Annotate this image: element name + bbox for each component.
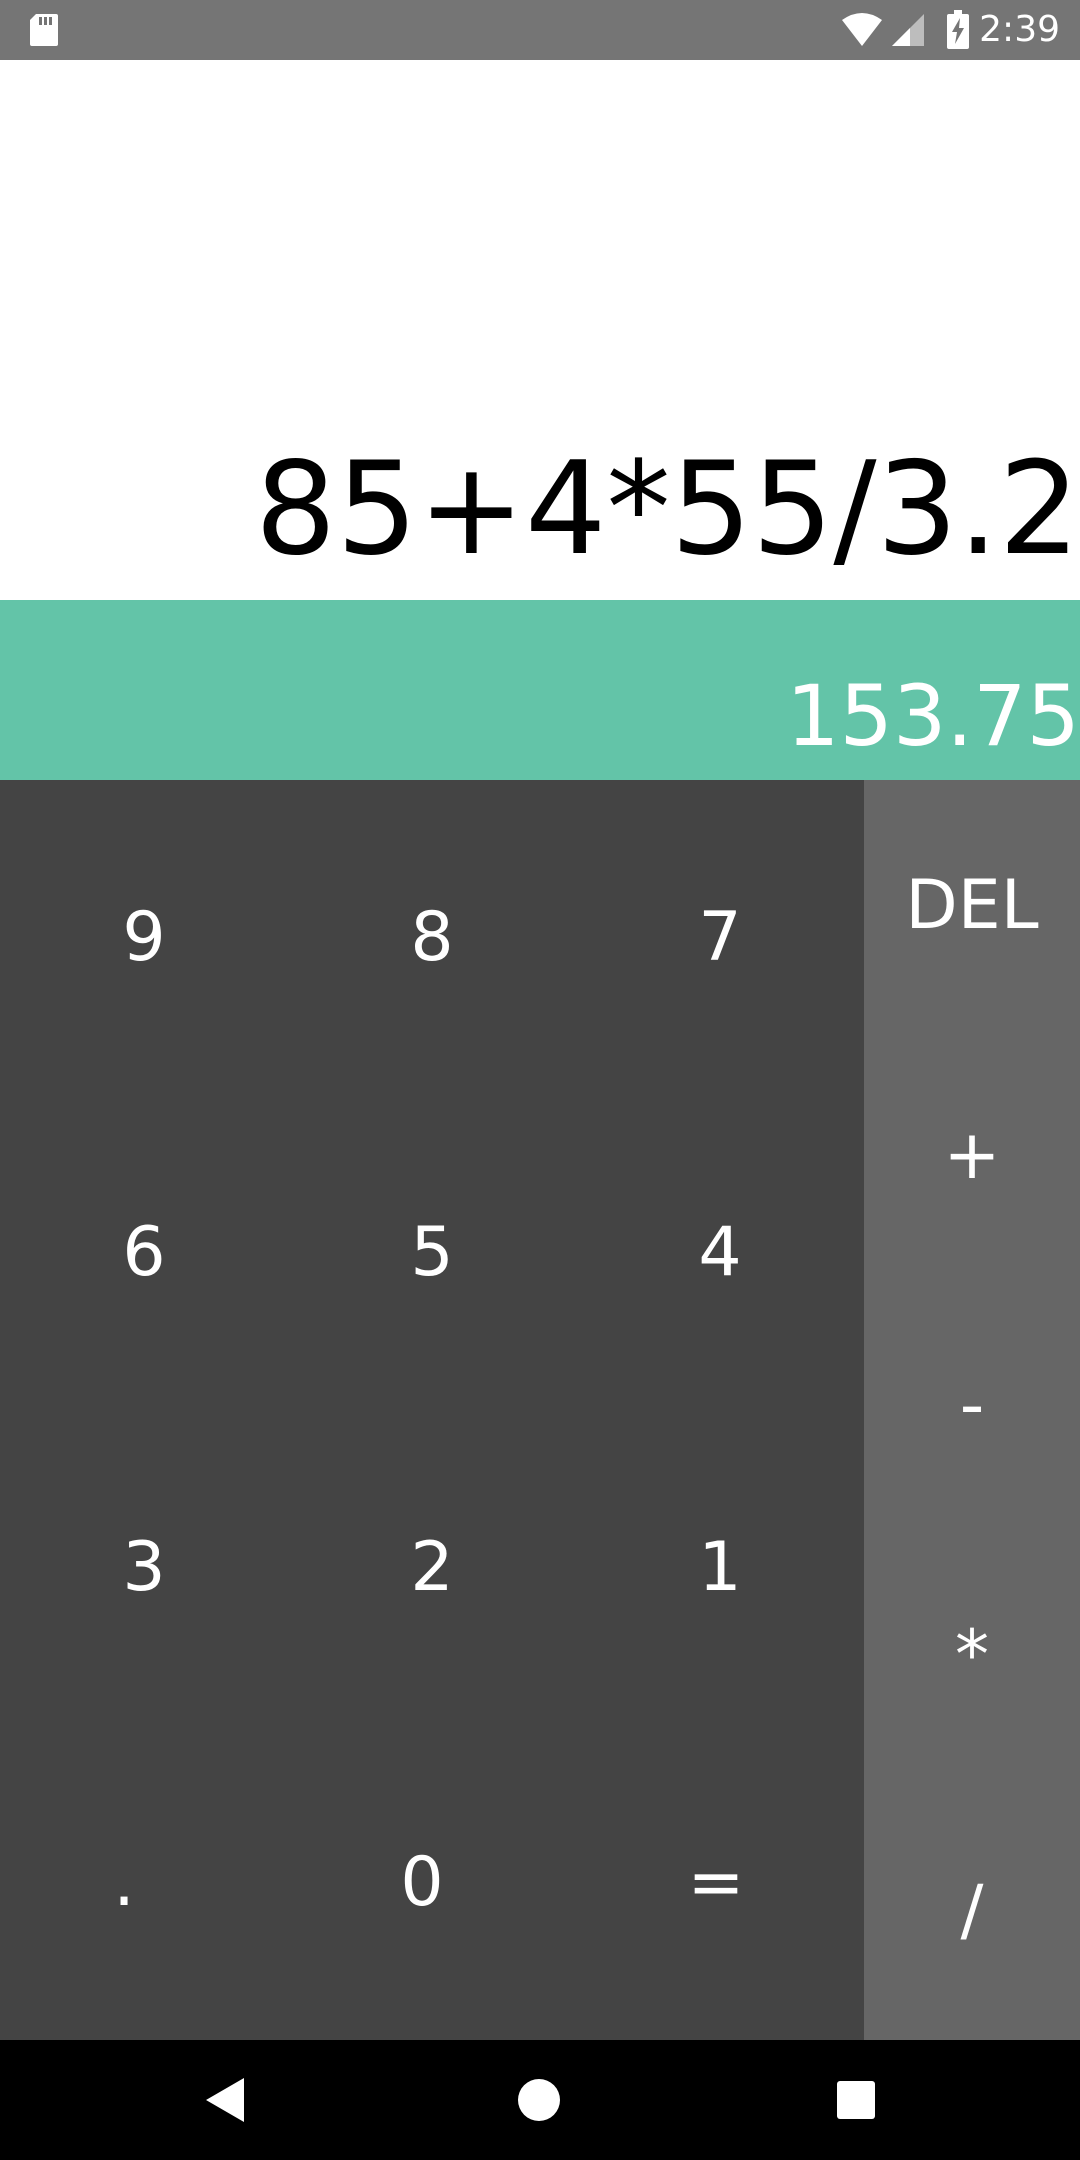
multiply-button[interactable]: * xyxy=(864,1530,1080,1780)
plus-button[interactable]: + xyxy=(864,1030,1080,1280)
key-4[interactable]: 4 xyxy=(576,1095,864,1410)
key-9[interactable]: 9 xyxy=(0,780,288,1095)
minus-button[interactable]: - xyxy=(864,1280,1080,1530)
calculator-screen: 2:39 85+4*55/3.2 153.75 9 8 7 6 5 4 3 2 … xyxy=(0,0,1080,2160)
status-bar: 2:39 xyxy=(0,0,1080,60)
home-button[interactable] xyxy=(509,2070,569,2130)
signal-icon xyxy=(892,14,924,46)
key-1[interactable]: 1 xyxy=(576,1410,864,1725)
battery-charging-icon xyxy=(947,10,969,49)
status-clock: 2:39 xyxy=(979,9,1060,50)
sd-card-icon xyxy=(30,14,58,46)
back-button[interactable] xyxy=(196,2070,256,2130)
expression-display: 85+4*55/3.2 xyxy=(0,60,1080,600)
operator-column: DEL + - * / xyxy=(864,780,1080,2040)
recents-button[interactable] xyxy=(826,2070,886,2130)
key-5[interactable]: 5 xyxy=(288,1095,576,1410)
key-equals[interactable]: = xyxy=(572,1725,860,2040)
key-8[interactable]: 8 xyxy=(288,780,576,1095)
key-2[interactable]: 2 xyxy=(288,1410,576,1725)
delete-button[interactable]: DEL xyxy=(864,780,1080,1030)
result-text: 153.75 xyxy=(786,667,1080,765)
result-display: 153.75 xyxy=(0,600,1080,780)
key-decimal[interactable]: . xyxy=(0,1725,268,2040)
wifi-icon xyxy=(842,13,882,46)
recents-icon xyxy=(837,2081,875,2119)
home-icon xyxy=(518,2079,560,2121)
navigation-bar xyxy=(0,2040,1080,2160)
number-pad: 9 8 7 6 5 4 3 2 1 . 0 = xyxy=(0,780,864,2040)
expression-text[interactable]: 85+4*55/3.2 xyxy=(255,440,1080,580)
key-0[interactable]: 0 xyxy=(278,1725,566,2040)
divide-button[interactable]: / xyxy=(864,1780,1080,2040)
back-icon xyxy=(206,2078,244,2122)
key-3[interactable]: 3 xyxy=(0,1410,288,1725)
key-6[interactable]: 6 xyxy=(0,1095,288,1410)
key-7[interactable]: 7 xyxy=(576,780,864,1095)
